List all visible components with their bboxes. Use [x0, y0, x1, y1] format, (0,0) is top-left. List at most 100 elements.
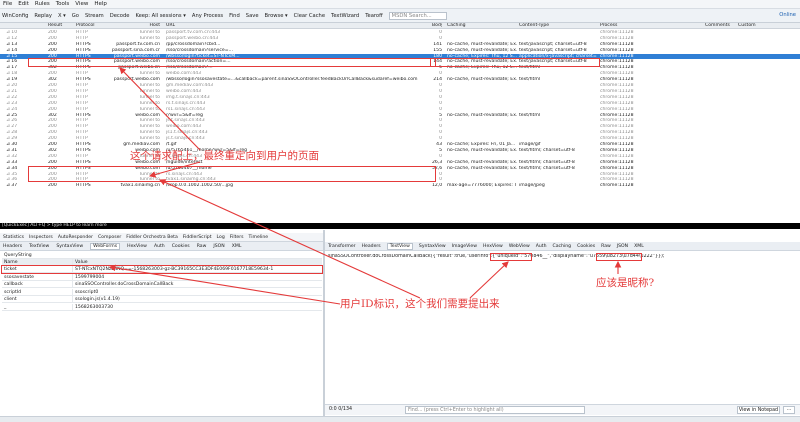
- querystring-name: scriptId: [4, 289, 22, 295]
- response-tab-imageview[interactable]: ImageView: [452, 244, 477, 249]
- msdn-search-input[interactable]: MSDN Search...: [388, 11, 447, 20]
- toolbar-button-4[interactable]: Stream: [85, 13, 104, 19]
- column-header[interactable]: Content-Type: [519, 23, 597, 29]
- querystring-row[interactable]: ticket ST-NTcxNTQ2NzE4NQ==-1568263003-gz-…: [1, 265, 323, 274]
- response-tab-textview[interactable]: TextView: [386, 242, 413, 250]
- querystring-value: ssologin.js(v1.4.19): [72, 296, 322, 303]
- response-tab-hexview[interactable]: HexView: [483, 244, 503, 249]
- toolbar-button-9[interactable]: Save: [246, 13, 259, 19]
- querystring-row[interactable]: ssosavestate 1599799004: [2, 273, 322, 281]
- tab-log[interactable]: Log: [217, 235, 225, 240]
- response-tab-raw[interactable]: Raw: [601, 244, 611, 249]
- response-tab-webview[interactable]: WebView: [509, 244, 530, 249]
- tab-inspectors[interactable]: Inspectors: [29, 235, 53, 240]
- request-tab-headers[interactable]: Headers: [3, 244, 22, 249]
- session-cell: image/jpeg: [519, 183, 545, 189]
- more-button[interactable]: ...: [783, 406, 795, 414]
- tab-composer[interactable]: Composer: [98, 235, 121, 240]
- arrow-userid-right: [469, 261, 509, 299]
- annotation-redirect: 这个请求配上，最终重定向到用户的页面: [130, 150, 319, 162]
- column-header[interactable]: Caching: [447, 23, 517, 29]
- response-inspector-tabs: Transformer Headers TextView SyntaxView Imag…: [325, 242, 800, 251]
- session-cell: ⊿ 37: [6, 183, 18, 189]
- response-tab-caching[interactable]: Caching: [553, 244, 572, 249]
- querystring-title-label: QueryString: [4, 253, 32, 258]
- querystring-row[interactable]: scriptId ssoscript0: [2, 288, 322, 296]
- column-header[interactable]: Comments: [705, 23, 733, 29]
- request-tab-webforms[interactable]: WebForms: [90, 242, 121, 250]
- column-header[interactable]: Host: [112, 23, 160, 29]
- session-list[interactable]: ResultProtocolHostURLBodyCachingContent-…: [0, 23, 800, 223]
- tab-fiddlerscript[interactable]: FiddlerScript: [183, 235, 212, 240]
- highlight-box-sessions-30-31: [28, 166, 436, 182]
- response-tab-transformer[interactable]: Transformer: [328, 244, 356, 249]
- response-tab-headers[interactable]: Headers: [362, 244, 381, 249]
- pane-splitter[interactable]: [323, 230, 325, 416]
- column-header[interactable]: URL: [166, 23, 426, 29]
- toolbar-button-1[interactable]: Replay: [34, 13, 52, 19]
- toolbar-button-6[interactable]: Keep: All sessions ▾: [135, 13, 185, 19]
- tab-statistics[interactable]: Statistics: [3, 235, 24, 240]
- response-tab-cookies[interactable]: Cookies: [577, 244, 595, 249]
- tab-timeline[interactable]: Timeline: [249, 235, 269, 240]
- response-tab-syntaxview[interactable]: SyntaxView: [419, 244, 446, 249]
- menu-tools[interactable]: Tools: [56, 1, 70, 7]
- toolbar-button-14[interactable]: TextWizard: [331, 13, 359, 19]
- toolbar-button-15[interactable]: Tearoff: [365, 13, 382, 19]
- column-header[interactable]: Body: [432, 23, 442, 29]
- menu-view[interactable]: View: [75, 1, 88, 7]
- menu-help[interactable]: Help: [94, 1, 107, 7]
- request-tab-syntaxview[interactable]: SyntaxView: [56, 244, 83, 249]
- session-cell: tvax1.sinaimg.cn: [120, 183, 160, 189]
- querystring-name: client: [4, 297, 17, 302]
- response-tab-auth[interactable]: Auth: [536, 244, 547, 249]
- menu-file[interactable]: File: [3, 1, 12, 7]
- request-tab-xml[interactable]: XML: [232, 244, 242, 249]
- querystring-value: sinaSSOController.doCrossDomainCallBack: [72, 281, 322, 288]
- session-cell: 12,000: [432, 183, 442, 189]
- request-tab-cookies[interactable]: Cookies: [172, 244, 190, 249]
- session-cell: /crop.0.0.1002.1002.50/...jpg: [166, 183, 233, 189]
- column-header[interactable]: Process: [600, 23, 700, 29]
- toolbar-button-12[interactable]: Browse ▾: [265, 13, 288, 19]
- highlight-box-session-15: [28, 58, 436, 67]
- session-row[interactable]: ⊿ 37 200 HTTPS tvax1.sinaimg.cn/crop.0.0.10…: [0, 183, 800, 189]
- column-header[interactable]: Result: [48, 23, 70, 29]
- highlight-box-caching-header: [430, 58, 600, 67]
- request-tab-raw[interactable]: Raw: [197, 244, 207, 249]
- menu-edit[interactable]: Edit: [18, 1, 29, 7]
- request-tab-json[interactable]: JSON: [213, 244, 224, 249]
- toolbar-button-3[interactable]: Go: [72, 13, 79, 19]
- toolbar-button-5[interactable]: Decode: [110, 13, 130, 19]
- column-header[interactable]: Custom: [738, 23, 778, 29]
- querystring-value: 1568263003730: [72, 303, 322, 311]
- menu-rules[interactable]: Rules: [35, 1, 50, 7]
- querystring-row[interactable]: _ 1568263003730: [2, 303, 322, 311]
- session-cell: chrome:11128: [600, 183, 634, 189]
- toolbar-button-2[interactable]: X ▾: [58, 13, 66, 19]
- response-tab-json[interactable]: JSON: [617, 244, 628, 249]
- online-indicator: Online: [779, 12, 796, 18]
- querystring-row[interactable]: client ssologin.js(v1.4.19): [2, 296, 322, 303]
- tab-autoresponder[interactable]: AutoResponder: [58, 235, 93, 240]
- toolbar-button-13[interactable]: Clear Cache: [294, 13, 325, 19]
- session-cell: 200: [48, 183, 57, 189]
- find-input[interactable]: Find... (press Ctrl+Enter to highlight a…: [405, 406, 585, 414]
- toolbar-button-8[interactable]: Find: [229, 13, 240, 19]
- request-tab-hexview[interactable]: HexView: [127, 244, 147, 249]
- toolbar-button-0[interactable]: WinConfig: [2, 13, 28, 19]
- querystring-name: ticket: [4, 267, 17, 272]
- response-tab-xml[interactable]: XML: [634, 244, 644, 249]
- request-tab-auth[interactable]: Auth: [154, 244, 165, 249]
- toolbar-button-7[interactable]: Any Process: [192, 13, 223, 19]
- request-tab-textview[interactable]: TextView: [29, 244, 49, 249]
- querystring-name-header: Name: [4, 260, 18, 265]
- quickexec-bar[interactable]: [QuickExec] ALT+Q > type HELP to learn m…: [0, 223, 800, 229]
- querystring-title: QueryString: [2, 252, 322, 259]
- view-in-notepad-button[interactable]: View in Notepad: [737, 406, 780, 414]
- tab-fiddler-orchestra-beta[interactable]: Fiddler Orchestra Beta: [126, 235, 178, 240]
- querystring-table: QueryString Name Value ticket ST-NTcxNTQ2NzE…: [0, 252, 323, 372]
- querystring-row[interactable]: callback sinaSSOController.doCrossDomainC…: [2, 281, 322, 288]
- session-list-header: ResultProtocolHostURLBodyCachingContent-…: [0, 23, 800, 29]
- tab-filters[interactable]: Filters: [230, 235, 244, 240]
